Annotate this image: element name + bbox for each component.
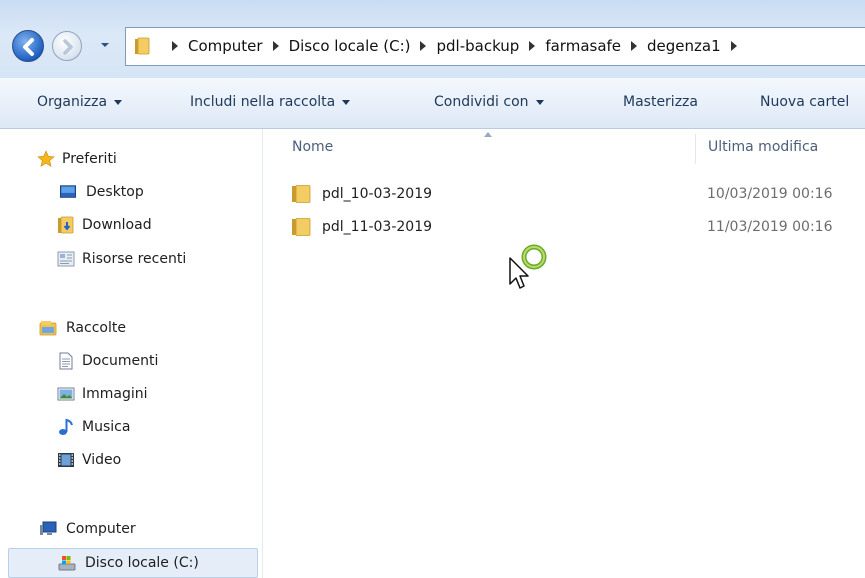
computer-icon <box>40 521 57 535</box>
chevron-right-icon[interactable] <box>172 41 178 51</box>
video-icon <box>58 453 74 467</box>
table-row[interactable]: pdl_11-03-2019 11/03/2019 00:16 <box>291 213 865 241</box>
chevron-down-icon <box>535 99 544 105</box>
organize-button[interactable]: Organizza <box>37 94 123 110</box>
nav-favorites[interactable]: Preferiti <box>0 144 299 174</box>
document-icon <box>59 352 73 370</box>
sort-ascending-icon <box>484 132 492 137</box>
burn-label: Masterizza <box>623 94 698 110</box>
nav-libraries[interactable]: Raccolte <box>0 313 299 343</box>
nav-item-label: Immagini <box>82 386 148 402</box>
desktop-icon <box>60 185 76 198</box>
breadcrumb-farmasafe[interactable]: farmasafe <box>545 37 621 55</box>
busy-cursor-icon <box>509 244 547 289</box>
new-folder-button[interactable]: Nuova cartel <box>760 94 849 110</box>
address-bar: Computer Disco locale (C:) pdl-backup fa… <box>0 0 865 78</box>
nav-item-label: Download <box>82 217 152 233</box>
table-row[interactable]: pdl_10-03-2019 10/03/2019 00:16 <box>291 180 865 208</box>
star-icon <box>37 150 55 167</box>
nav-item-label: Documenti <box>82 353 159 369</box>
burn-button[interactable]: Masterizza <box>623 94 698 110</box>
column-header-modified[interactable]: Ultima modifica <box>708 139 818 155</box>
breadcrumb[interactable]: Computer Disco locale (C:) pdl-backup fa… <box>125 27 865 66</box>
music-icon <box>59 418 73 435</box>
file-modified: 11/03/2019 00:16 <box>707 219 833 235</box>
column-header-name[interactable]: Nome <box>292 139 333 155</box>
nav-computer[interactable]: Computer <box>0 514 299 544</box>
file-name: pdl_10-03-2019 <box>322 186 433 202</box>
back-button[interactable] <box>12 30 44 62</box>
new-folder-label: Nuova cartel <box>760 94 850 110</box>
folder-icon <box>292 218 311 236</box>
nav-item-label: Risorse recenti <box>82 251 187 267</box>
command-bar: Organizza Includi nella raccolta Condivi… <box>0 78 865 129</box>
share-with-button[interactable]: Condividi con <box>434 94 544 110</box>
chevron-right-icon[interactable] <box>420 41 427 51</box>
organize-label: Organizza <box>37 94 108 110</box>
breadcrumb-computer[interactable]: Computer <box>188 37 263 55</box>
include-in-library-label: Includi nella raccolta <box>190 94 336 110</box>
hard-drive-icon <box>58 556 76 571</box>
arrow-right-icon <box>63 39 73 55</box>
folder-icon <box>135 37 150 55</box>
chevron-down-icon <box>114 99 123 105</box>
recent-pages-dropdown[interactable] <box>98 38 112 52</box>
chevron-right-icon[interactable] <box>631 41 638 51</box>
file-name: pdl_11-03-2019 <box>322 219 433 235</box>
nav-item-label: Desktop <box>86 184 144 200</box>
breadcrumb-degenza1[interactable]: degenza1 <box>647 37 721 55</box>
chevron-right-icon[interactable] <box>730 41 737 51</box>
share-with-label: Condividi con <box>434 94 529 110</box>
folder-icon <box>292 185 311 203</box>
breadcrumb-pdl-backup[interactable]: pdl-backup <box>436 37 519 55</box>
nav-computer-label: Computer <box>66 521 136 537</box>
nav-favorites-label: Preferiti <box>62 151 117 167</box>
file-modified: 10/03/2019 00:16 <box>707 186 833 202</box>
nav-item-label: Musica <box>82 419 131 435</box>
navigation-pane: Preferiti Desktop Download Risorse recen… <box>0 129 263 578</box>
nav-item-label: Disco locale (C:) <box>85 555 199 571</box>
column-divider[interactable] <box>695 134 696 164</box>
nav-item-local-disk[interactable]: Disco locale (C:) <box>8 548 258 578</box>
nav-libraries-label: Raccolte <box>66 320 126 336</box>
recent-places-icon <box>57 251 75 267</box>
arrow-left-icon <box>23 38 34 56</box>
breadcrumb-local-disk[interactable]: Disco locale (C:) <box>289 37 411 55</box>
forward-button[interactable] <box>52 31 82 61</box>
chevron-right-icon[interactable] <box>529 41 536 51</box>
download-folder-icon <box>58 216 74 234</box>
include-in-library-button[interactable]: Includi nella raccolta <box>190 94 351 110</box>
chevron-down-icon <box>342 99 351 105</box>
pictures-icon <box>57 387 75 401</box>
nav-item-label: Video <box>82 452 122 468</box>
chevron-right-icon[interactable] <box>272 41 279 51</box>
libraries-icon <box>39 321 57 336</box>
